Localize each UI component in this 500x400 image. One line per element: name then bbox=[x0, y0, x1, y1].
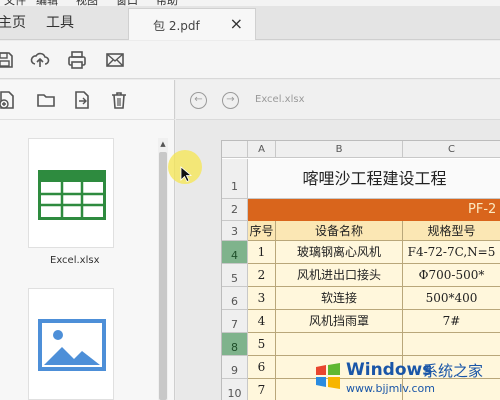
folder-icon[interactable] bbox=[36, 90, 56, 110]
table-cell-spec: 500*400 bbox=[403, 287, 500, 310]
forward-icon[interactable]: → bbox=[222, 92, 239, 109]
attachment-thumbnail-excel[interactable] bbox=[28, 138, 114, 248]
attachment-thumbnail-image[interactable] bbox=[28, 288, 114, 400]
print-icon[interactable] bbox=[67, 50, 87, 70]
row-header: 1 bbox=[222, 159, 248, 199]
tab-bar: 主页 工具 包 2.pdf × bbox=[0, 6, 500, 40]
corner-cell bbox=[222, 141, 248, 158]
sheet-code-cell: PF-2 bbox=[248, 199, 500, 221]
attachments-toolbar bbox=[0, 80, 175, 120]
header-cell-spec: 规格型号 bbox=[403, 221, 500, 241]
tab-document-label: 包 2.pdf bbox=[153, 19, 200, 33]
row-header: 4 bbox=[222, 241, 248, 264]
row-header: 3 bbox=[222, 221, 248, 241]
table-cell-name: 软连接 bbox=[276, 287, 403, 310]
viewer-nav-bar: ← → Excel.xlsx bbox=[176, 80, 500, 120]
mail-icon[interactable] bbox=[105, 50, 125, 70]
table-cell-no: 5 bbox=[248, 333, 276, 356]
watermark-brand: Windows bbox=[346, 360, 433, 380]
table-cell-no: 1 bbox=[248, 241, 276, 264]
table-cell-spec: F4-72-7C,N=5 bbox=[403, 241, 500, 264]
column-header-a: A bbox=[248, 141, 276, 158]
back-icon[interactable]: ← bbox=[190, 92, 207, 109]
windows-logo-icon bbox=[316, 363, 340, 389]
sheet-title-cell: 喀哩沙工程建设工程 bbox=[248, 159, 500, 199]
column-header-b: B bbox=[276, 141, 403, 158]
table-cell-name: 风机进出口接头 bbox=[276, 264, 403, 287]
table-cell-name: 风机挡雨罩 bbox=[276, 310, 403, 333]
table-cell-no: 3 bbox=[248, 287, 276, 310]
attachments-panel: Excel.xlsx ▲ bbox=[0, 80, 175, 400]
table-cell-no: 2 bbox=[248, 264, 276, 287]
row-header: 5 bbox=[222, 264, 248, 287]
viewer-file-name: Excel.xlsx bbox=[255, 94, 305, 105]
row-header: 8 bbox=[222, 333, 248, 356]
table-cell-name: 玻璃钢离心风机 bbox=[276, 241, 403, 264]
export-icon[interactable] bbox=[72, 90, 92, 110]
scroll-thumb[interactable] bbox=[159, 152, 167, 400]
sheet-code-text: PF-2 bbox=[468, 202, 497, 217]
attachments-scrollbar[interactable]: ▲ bbox=[158, 138, 168, 400]
row-header: 6 bbox=[222, 287, 248, 310]
tab-tools[interactable]: 工具 bbox=[46, 6, 74, 40]
row-header: 10 bbox=[222, 379, 248, 400]
main-toolbar bbox=[0, 41, 500, 79]
column-header-c: C bbox=[403, 141, 500, 158]
table-cell-no: 6 bbox=[248, 356, 276, 379]
table-cell-spec: 7# bbox=[403, 310, 500, 333]
watermark-url: www.bjjmlv.com bbox=[346, 382, 435, 395]
table-cell-spec: Φ700-500* bbox=[403, 264, 500, 287]
upload-icon[interactable] bbox=[30, 50, 50, 70]
watermark: Windows 系统之家 www.bjjmlv.com bbox=[302, 352, 500, 400]
trash-icon[interactable] bbox=[109, 90, 129, 110]
pdf-reader-window: 文件 编辑 视图 窗口 帮助 主页 工具 包 2.pdf × bbox=[0, 0, 500, 400]
save-icon[interactable] bbox=[0, 50, 14, 70]
header-cell-no: 序号 bbox=[248, 221, 276, 241]
tab-document[interactable]: 包 2.pdf × bbox=[128, 8, 256, 40]
attachment-name: Excel.xlsx bbox=[50, 255, 100, 266]
mouse-cursor-icon bbox=[180, 166, 192, 183]
row-header: 2 bbox=[222, 199, 248, 221]
row-header: 9 bbox=[222, 356, 248, 379]
watermark-suffix: 系统之家 bbox=[423, 362, 484, 380]
header-cell-name: 设备名称 bbox=[276, 221, 403, 241]
image-icon bbox=[38, 319, 106, 371]
table-cell-no: 4 bbox=[248, 310, 276, 333]
table-cell-no: 7 bbox=[248, 379, 276, 400]
close-icon[interactable]: × bbox=[230, 14, 243, 34]
tab-home[interactable]: 主页 bbox=[0, 6, 26, 40]
scroll-up-arrow-icon[interactable]: ▲ bbox=[158, 140, 168, 148]
add-file-icon[interactable] bbox=[0, 90, 17, 110]
row-header: 7 bbox=[222, 310, 248, 333]
spreadsheet-icon bbox=[38, 170, 106, 220]
